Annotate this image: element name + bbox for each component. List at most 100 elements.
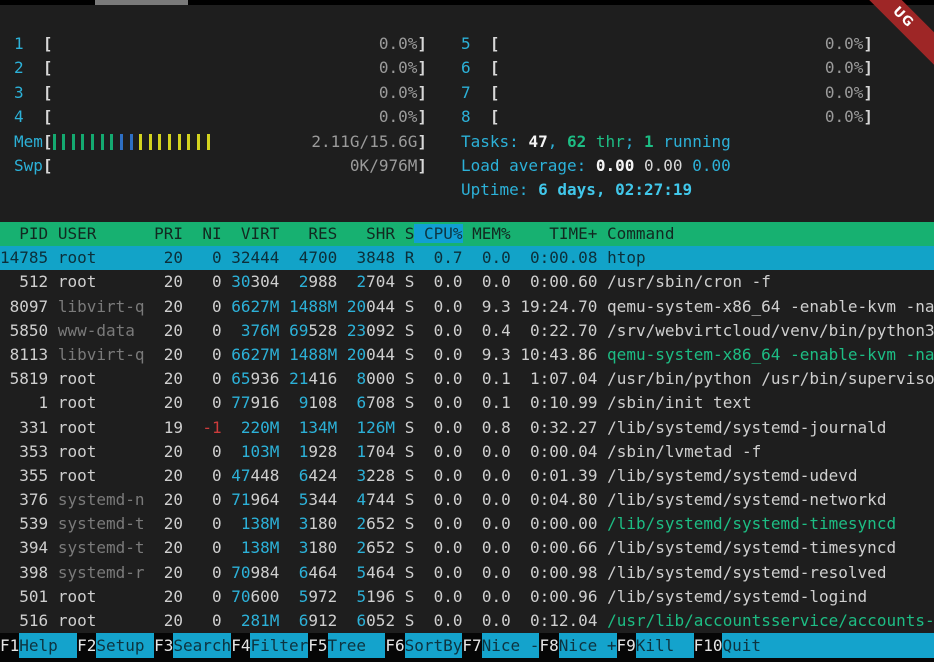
fn-f8-nice-[interactable]: F8Nice + [539,633,616,658]
cell-res: 2988 [289,272,337,291]
memory-bar [53,134,56,150]
process-row[interactable]: 331 root 19 -1 220M 134M 126M S 0.0 0.8 … [0,416,934,440]
fn-f3-search[interactable]: F3Search [154,633,231,658]
column-header-ni[interactable]: NI [193,224,222,243]
column-header-cpu[interactable]: CPU% [414,224,462,243]
cell-time: 10:43.86 [520,345,597,364]
cpu-meter-1: 1 [0.0%] [14,32,427,56]
fn-f2-setup[interactable]: F2Setup [77,633,154,658]
cell-cpu: 0.0 [424,611,463,630]
process-row[interactable]: 501 root 20 0 70600 5972 5196 S 0.0 0.0 … [0,585,934,609]
cell-pid: 14785 [0,248,48,267]
terminal: UG 1 [0.0%]2 [0.0%]3 [0.0%]4 [0.0%] Mem[… [0,0,934,662]
column-header-virt[interactable]: VIRT [231,224,279,243]
process-row[interactable]: 5850 www-data 20 0 376M 69528 23092 S 0.… [0,319,934,343]
cell-pri: 20 [154,563,183,582]
memory-bar [149,134,152,150]
column-header-res[interactable]: RES [289,224,337,243]
cell-ni: 0 [193,490,222,509]
process-row[interactable]: 8113 libvirt-q 20 0 6627M 1488M 20044 S … [0,343,934,367]
cell-ni: 0 [193,369,222,388]
fnkey-action: Quit [722,633,934,658]
process-row[interactable]: 5819 root 20 0 65936 21416 8000 S 0.0 0.… [0,367,934,391]
fn-f7-nice-[interactable]: F7Nice - [462,633,539,658]
cell-ni: 0 [193,345,222,364]
cell-shr: 2652 [347,514,395,533]
fnkey-label: F7 [462,633,481,658]
process-row[interactable]: 376 systemd-n 20 0 71964 5344 4744 S 0.0… [0,488,934,512]
fnkey-action: Help [19,633,77,658]
cell-time: 0:32.27 [520,418,597,437]
cell-ni: 0 [193,297,222,316]
cell-pri: 20 [154,587,183,606]
column-header-pri[interactable]: PRI [154,224,183,243]
cell-pri: 20 [154,248,183,267]
cell-time: 0:00.08 [520,248,597,267]
cell-pri: 20 [154,490,183,509]
cell-s: S [405,587,415,606]
memory-bar [62,134,65,150]
cell-mem: 9.3 [472,297,511,316]
column-header-mem[interactable]: MEM% [472,224,511,243]
process-row[interactable]: 394 systemd-t 20 0 138M 3180 2652 S 0.0 … [0,536,934,560]
cell-cpu: 0.0 [424,418,463,437]
process-row[interactable]: 355 root 20 0 47448 6424 3228 S 0.0 0.0 … [0,464,934,488]
cell-user: systemd-r [58,563,145,582]
column-header-time[interactable]: TIME+ [520,224,597,243]
process-row[interactable]: 14785 root 20 0 32444 4700 3848 R 0.7 0.… [0,246,934,270]
cell-command: qemu-system-x86_64 -enable-kvm -na [607,345,934,364]
process-row[interactable]: 8097 libvirt-q 20 0 6627M 1488M 20044 S … [0,295,934,319]
cpu-meter-7: 7 [0.0%] [461,81,873,105]
cell-time: 0:22.70 [520,321,597,340]
process-row[interactable]: 353 root 20 0 103M 1928 1704 S 0.0 0.0 0… [0,440,934,464]
cell-pri: 20 [154,514,183,533]
cell-shr: 5196 [347,587,395,606]
process-row[interactable]: 1 root 20 0 77916 9108 6708 S 0.0 0.1 0:… [0,391,934,415]
cell-cpu: 0.0 [424,490,463,509]
fnkey-action: Tree [328,633,386,658]
cell-mem: 0.0 [472,248,511,267]
column-header-user[interactable]: USER [58,224,145,243]
fn-f4-filter[interactable]: F4Filter [231,633,308,658]
memory-bar [139,134,142,150]
cell-time: 0:00.96 [520,587,597,606]
cell-pid: 501 [0,587,48,606]
fn-f9-kill[interactable]: F9Kill [617,633,694,658]
memory-bar [168,134,171,150]
cell-user: systemd-n [58,490,145,509]
cell-virt: 103M [231,442,279,461]
cell-time: 0:04.80 [520,490,597,509]
cell-time: 1:07.04 [520,369,597,388]
process-row[interactable]: 512 root 20 0 30304 2988 2704 S 0.0 0.0 … [0,270,934,294]
cell-mem: 0.4 [472,321,511,340]
cell-virt: 71964 [231,490,279,509]
cell-virt: 6627M [231,345,279,364]
memory-bar [120,134,123,150]
memory-meter-value: 2.11G/15.6G [311,130,417,154]
cell-user: root [58,587,145,606]
swap-meter-label: Swp [14,154,43,178]
cell-ni: 0 [193,611,222,630]
column-header-pid[interactable]: PID [0,224,48,243]
fn-f5-tree[interactable]: F5Tree [308,633,385,658]
fn-f1-help[interactable]: F1Help [0,633,77,658]
cell-s: S [405,418,415,437]
fnkey-label: F3 [154,633,173,658]
cell-cpu: 0.0 [424,297,463,316]
cell-ni: 0 [193,393,222,412]
process-row[interactable]: 398 systemd-r 20 0 70984 6464 5464 S 0.0… [0,561,934,585]
cell-cpu: 0.0 [424,321,463,340]
cell-command: qemu-system-x86_64 -enable-kvm -na [607,297,934,316]
column-header-s[interactable]: S [405,224,415,243]
cell-mem: 0.0 [472,490,511,509]
process-row[interactable]: 539 systemd-t 20 0 138M 3180 2652 S 0.0 … [0,512,934,536]
process-row[interactable]: 516 root 20 0 281M 6912 6052 S 0.0 0.0 0… [0,609,934,633]
cell-pri: 20 [154,442,183,461]
fn-f10-quit[interactable]: F10Quit [694,633,934,658]
fn-f6-sortby[interactable]: F6SortBy [385,633,462,658]
column-header-command[interactable]: Command [607,224,674,243]
column-header-shr[interactable]: SHR [347,224,395,243]
cell-mem: 0.0 [472,466,511,485]
fnkey-label: F6 [385,633,404,658]
cell-pri: 20 [154,321,183,340]
